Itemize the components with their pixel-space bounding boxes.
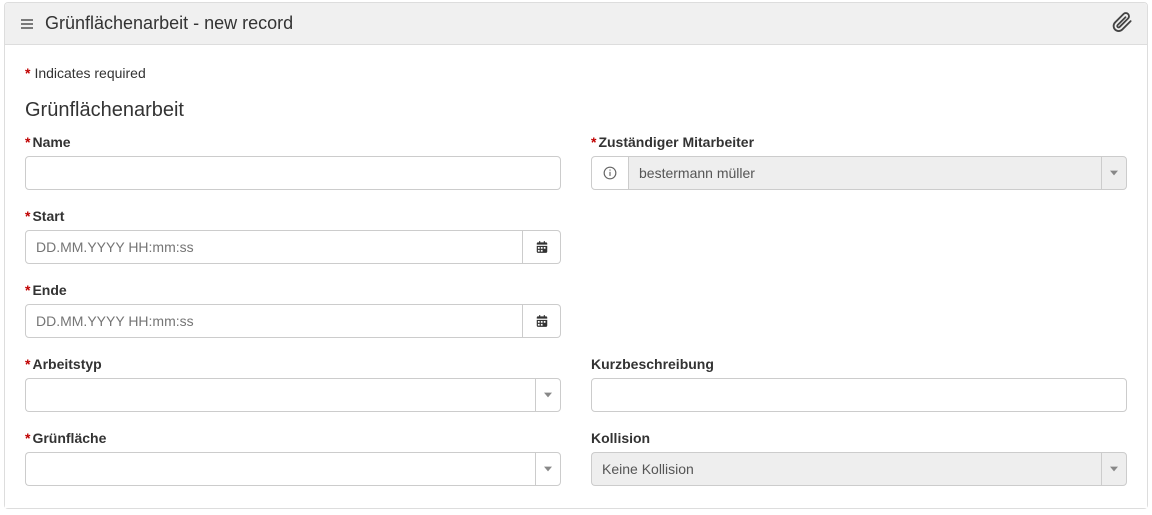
kollision-label: Kollision (591, 430, 1127, 446)
info-icon[interactable] (591, 156, 629, 190)
page-title: Grünflächenarbeit - new record (45, 13, 293, 34)
calendar-icon[interactable] (523, 304, 561, 338)
kurzbeschreibung-label: Kurzbeschreibung (591, 356, 1127, 372)
attachment-icon[interactable] (1111, 11, 1133, 36)
kollision-value: Keine Kollision (591, 452, 1101, 486)
chevron-down-icon (1101, 452, 1127, 486)
calendar-icon[interactable] (523, 230, 561, 264)
mitarbeiter-select[interactable]: bestermann müller (629, 156, 1101, 190)
asterisk-icon: * (25, 65, 30, 81)
chevron-down-icon[interactable] (535, 378, 561, 412)
required-note: *Indicates required (5, 65, 1147, 99)
gruenflaeche-label: *Grünfläche (25, 430, 561, 446)
menu-icon[interactable] (19, 16, 35, 32)
record-panel: Grünflächenarbeit - new record *Indicate… (4, 2, 1148, 509)
ende-input[interactable] (25, 304, 523, 338)
start-label: *Start (25, 208, 561, 224)
name-input[interactable] (25, 156, 561, 190)
section-title: Grünflächenarbeit (5, 99, 1147, 128)
gruenflaeche-select[interactable] (25, 452, 535, 486)
mitarbeiter-dropdown-icon[interactable] (1101, 156, 1127, 190)
mitarbeiter-label: *Zuständiger Mitarbeiter (591, 134, 1127, 150)
name-label: *Name (25, 134, 561, 150)
panel-header: Grünflächenarbeit - new record (5, 3, 1147, 45)
ende-label: *Ende (25, 282, 561, 298)
arbeitstyp-label: *Arbeitstyp (25, 356, 561, 372)
kurzbeschreibung-input[interactable] (591, 378, 1127, 412)
chevron-down-icon[interactable] (535, 452, 561, 486)
start-input[interactable] (25, 230, 523, 264)
arbeitstyp-select[interactable] (25, 378, 535, 412)
